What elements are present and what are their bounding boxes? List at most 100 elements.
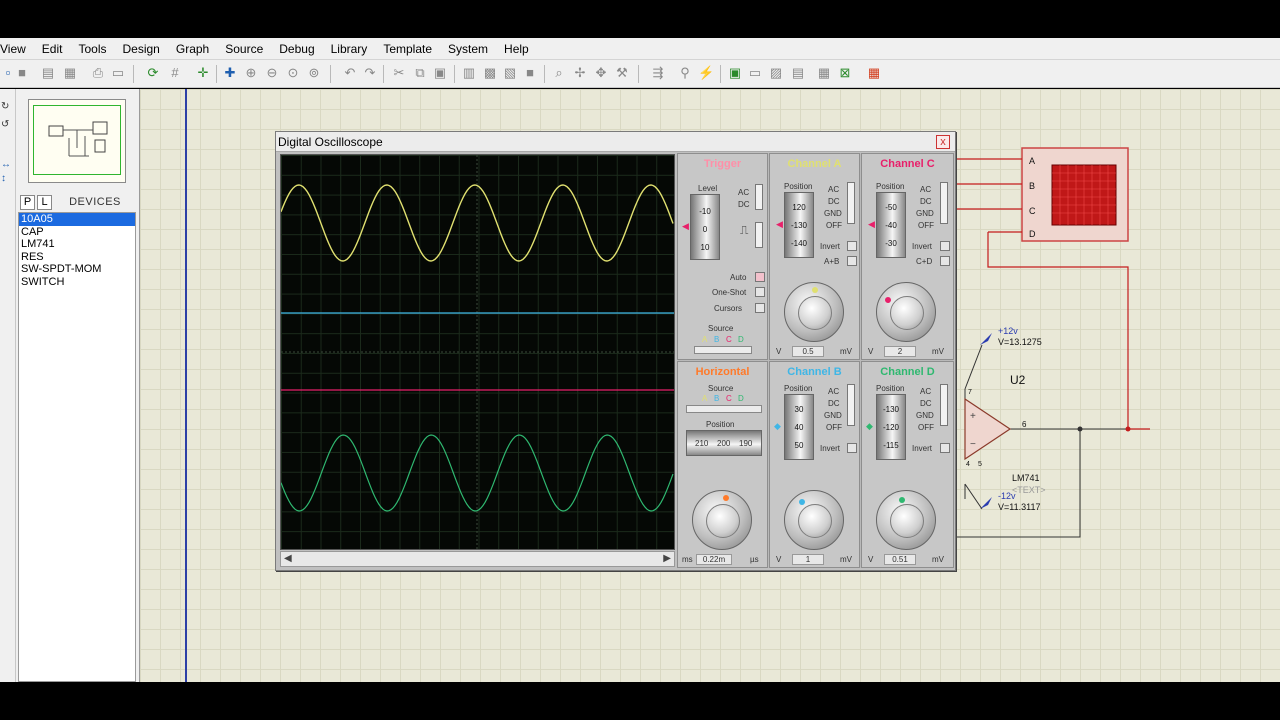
save-icon[interactable]: ■ [14, 65, 30, 81]
flip-icon[interactable]: ↕ [1, 173, 6, 184]
channel-d-gain-knob[interactable] [876, 490, 936, 550]
horizontal-source-slider[interactable] [686, 405, 762, 413]
menu-source[interactable]: Source [217, 38, 271, 60]
channel-a-invert-button[interactable] [847, 241, 857, 251]
property-icon[interactable]: ⚡ [698, 65, 714, 81]
channel-b-invert-button[interactable] [847, 443, 857, 453]
menu-debug[interactable]: Debug [271, 38, 322, 60]
block-delete-icon[interactable]: ■ [522, 65, 538, 81]
pick-device-icon[interactable]: ⌕ [551, 65, 567, 81]
channel-d-invert-button[interactable] [940, 443, 950, 453]
export-icon[interactable]: ▦ [62, 65, 78, 81]
grid-icon[interactable]: # [167, 65, 183, 81]
zoom-area-icon[interactable]: ⊚ [306, 65, 322, 81]
wire-autorouter-icon[interactable]: ⇶ [650, 65, 666, 81]
trigger-panel: Trigger Level -10 0 10 ◀ AC DC ⎍ Auto On… [677, 153, 768, 360]
timebase-knob[interactable] [692, 490, 752, 550]
paste-icon[interactable]: ▣ [432, 65, 448, 81]
zoom-in-icon[interactable]: ⊕ [243, 65, 259, 81]
one-shot-button[interactable] [755, 287, 765, 297]
menu-system[interactable]: System [440, 38, 496, 60]
menu-tools[interactable]: Tools [70, 38, 114, 60]
menu-edit[interactable]: Edit [34, 38, 71, 60]
channel-d-position-drum[interactable]: -130 -120 -115 [876, 394, 906, 460]
svg-text:+: + [970, 411, 976, 422]
menu-help[interactable]: Help [496, 38, 537, 60]
cursors-button[interactable] [755, 303, 765, 313]
pan-icon[interactable]: ✚ [222, 65, 238, 81]
scroll-left-icon[interactable]: ◀ [284, 553, 292, 564]
horizontal-position-drum[interactable]: 210 200 190 [686, 430, 762, 456]
menu-library[interactable]: Library [323, 38, 376, 60]
rotate-ccw-icon[interactable]: ↺ [1, 119, 9, 130]
channel-c-invert-button[interactable] [940, 241, 950, 251]
close-button[interactable]: x [936, 135, 950, 149]
scroll-right-icon[interactable]: ▶ [663, 553, 671, 564]
device-item[interactable]: LM741 [19, 238, 135, 251]
channel-a-coupling-switch[interactable] [847, 182, 855, 224]
channel-b-readout: 1 [792, 554, 824, 565]
redo-icon[interactable]: ↷ [362, 65, 378, 81]
device-item[interactable]: RES [19, 251, 135, 264]
origin-icon[interactable]: ✛ [195, 65, 211, 81]
channel-a-sum-button[interactable] [847, 256, 857, 266]
device-item[interactable]: SW-SPDT-MOM [19, 263, 135, 276]
trigger-edge-switch[interactable] [755, 222, 763, 248]
device-item[interactable]: SWITCH [19, 276, 135, 289]
pick-device-button[interactable]: P [20, 194, 35, 210]
channel-b-gain-knob[interactable] [784, 490, 844, 550]
new-sheet-icon[interactable]: ▣ [727, 65, 743, 81]
channel-b-coupling-switch[interactable] [847, 384, 855, 426]
bom-icon[interactable]: ▦ [816, 65, 832, 81]
channel-d-coupling-switch[interactable] [940, 384, 948, 426]
mirror-icon[interactable]: ↔ [1, 159, 11, 170]
search-tag-icon[interactable]: ⚲ [677, 65, 693, 81]
zoom-out-icon[interactable]: ⊖ [264, 65, 280, 81]
area-icon[interactable]: ▭ [110, 65, 126, 81]
import-icon[interactable]: ▤ [40, 65, 56, 81]
trigger-source-slider[interactable] [694, 346, 752, 354]
oscilloscope-titlebar[interactable]: Digital Oscilloscope x [276, 132, 955, 152]
copy-icon[interactable]: ⧉ [412, 65, 428, 81]
channel-a-position-drum[interactable]: 120 -130 -140 [784, 192, 814, 258]
device-item[interactable]: CAP [19, 226, 135, 239]
library-manager-button[interactable]: L [37, 194, 52, 210]
device-item[interactable]: 10A05 [19, 213, 135, 226]
block-rotate-icon[interactable]: ▧ [502, 65, 518, 81]
remove-sheet-icon[interactable]: ▭ [747, 65, 763, 81]
print-icon[interactable]: ⎙ [90, 65, 106, 81]
ares-icon[interactable]: ▦ [866, 65, 882, 81]
channel-c-coupling-switch[interactable] [940, 182, 948, 224]
decompose-icon[interactable]: ⚒ [614, 65, 630, 81]
menu-template[interactable]: Template [375, 38, 440, 60]
cut-icon[interactable]: ✂ [391, 65, 407, 81]
make-device-icon[interactable]: ✢ [572, 65, 588, 81]
auto-button[interactable] [755, 272, 765, 282]
rotate-cw-icon[interactable]: ↻ [1, 101, 9, 112]
device-list[interactable]: 10A05 CAP LM741 RES SW-SPDT-MOM SWITCH [18, 212, 136, 682]
goto-sheet-icon[interactable]: ▨ [768, 65, 784, 81]
refresh-icon[interactable]: ⟳ [145, 65, 161, 81]
netlist-icon[interactable]: ▤ [790, 65, 806, 81]
channel-c-position-drum[interactable]: -50 -40 -30 [876, 192, 906, 258]
block-copy-icon[interactable]: ▥ [461, 65, 477, 81]
channel-c-sum-button[interactable] [940, 256, 950, 266]
channel-a-gain-knob[interactable] [784, 282, 844, 342]
undo-icon[interactable]: ↶ [342, 65, 358, 81]
trigger-source-label: Source [708, 324, 734, 333]
channel-c-gain-knob[interactable] [876, 282, 936, 342]
electrical-check-icon[interactable]: ⊠ [837, 65, 853, 81]
overview-window[interactable] [28, 99, 126, 183]
trigger-level-drum[interactable]: -10 0 10 [690, 194, 720, 260]
vplus-value: V=13.1275 [998, 337, 1042, 347]
packaging-icon[interactable]: ✥ [593, 65, 609, 81]
zoom-all-icon[interactable]: ⊙ [285, 65, 301, 81]
block-move-icon[interactable]: ▩ [482, 65, 498, 81]
menu-graph[interactable]: Graph [168, 38, 217, 60]
menu-view[interactable]: View [0, 38, 34, 60]
channel-b-position-drum[interactable]: 30 40 50 [784, 394, 814, 460]
digital-oscilloscope-window[interactable]: Digital Oscilloscope x ◀ ▶ Trigger Level [275, 131, 956, 571]
horizontal-scrollbar[interactable]: ◀ ▶ [280, 551, 675, 567]
trigger-coupling-switch[interactable] [755, 184, 763, 210]
menu-design[interactable]: Design [115, 38, 168, 60]
